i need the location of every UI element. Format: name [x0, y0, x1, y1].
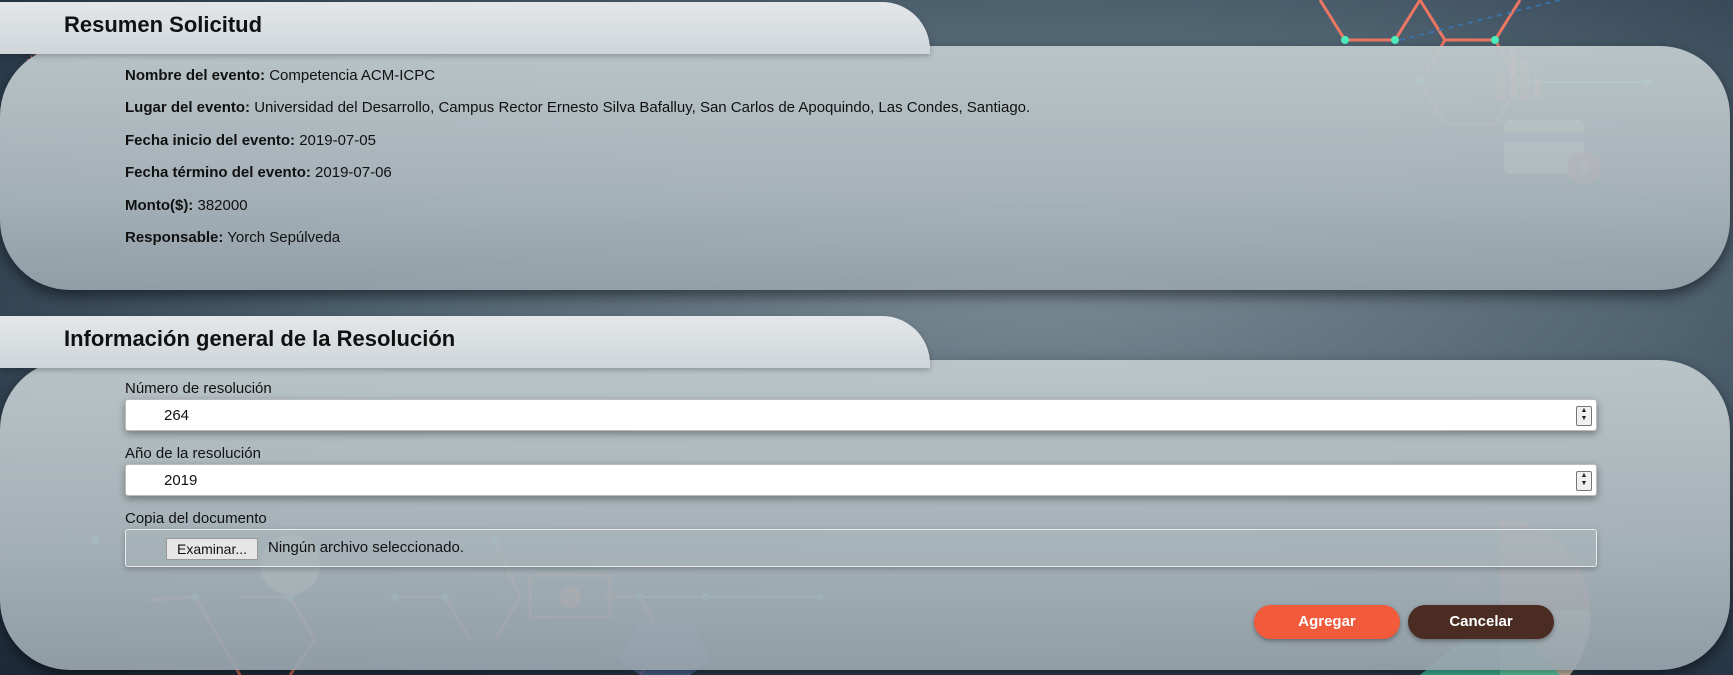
event-end-value: 2019-07-06	[315, 164, 392, 181]
resolution-year-spinner[interactable]: ▲ ▼	[1576, 471, 1592, 491]
summary-title: Resumen Solicitud	[64, 12, 263, 37]
cancel-button[interactable]: Cancelar	[1408, 605, 1554, 639]
resolution-number-spinner[interactable]: ▲ ▼	[1576, 406, 1592, 426]
amount-label: Monto($):	[125, 197, 194, 214]
event-place-row: Lugar del evento: Universidad del Desarr…	[125, 99, 1030, 116]
amount-value: 382000	[197, 197, 248, 214]
resolution-number-value: 264	[164, 407, 190, 424]
event-place-label: Lugar del evento:	[125, 99, 251, 116]
document-file-input[interactable]: Examinar... Ningún archivo seleccionado.	[125, 529, 1597, 567]
event-start-label: Fecha inicio del evento:	[125, 132, 296, 149]
document-copy-label: Copia del documento	[125, 510, 267, 527]
resolution-year-input[interactable]: 2019 ▲ ▼	[125, 464, 1597, 496]
add-button[interactable]: Agregar	[1254, 605, 1400, 639]
event-name-row: Nombre del evento: Competencia ACM-ICPC	[125, 67, 435, 84]
file-status-text: Ningún archivo seleccionado.	[268, 539, 464, 556]
event-start-value: 2019-07-05	[299, 132, 376, 149]
responsible-label: Responsable:	[125, 229, 224, 246]
event-start-row: Fecha inicio del evento: 2019-07-05	[125, 132, 376, 149]
resolution-tab: Información general de la Resolución	[0, 316, 930, 368]
event-place-value: Universidad del Desarrollo, Campus Recto…	[254, 99, 1031, 116]
event-end-row: Fecha término del evento: 2019-07-06	[125, 164, 392, 181]
event-name-label: Nombre del evento:	[125, 67, 266, 84]
resolution-number-label: Número de resolución	[125, 380, 272, 397]
browse-file-button[interactable]: Examinar...	[166, 538, 259, 560]
amount-row: Monto($): 382000	[125, 197, 248, 214]
resolution-title: Información general de la Resolución	[64, 326, 456, 351]
resolution-year-label: Año de la resolución	[125, 445, 261, 462]
responsible-value: Yorch Sepúlveda	[227, 229, 341, 246]
responsible-row: Responsable: Yorch Sepúlveda	[125, 229, 340, 246]
event-name-value: Competencia ACM-ICPC	[269, 67, 436, 84]
summary-tab: Resumen Solicitud	[0, 2, 930, 54]
resolution-number-input[interactable]: 264 ▲ ▼	[125, 399, 1597, 431]
resolution-year-value: 2019	[164, 472, 198, 489]
event-end-label: Fecha término del evento:	[125, 164, 311, 181]
